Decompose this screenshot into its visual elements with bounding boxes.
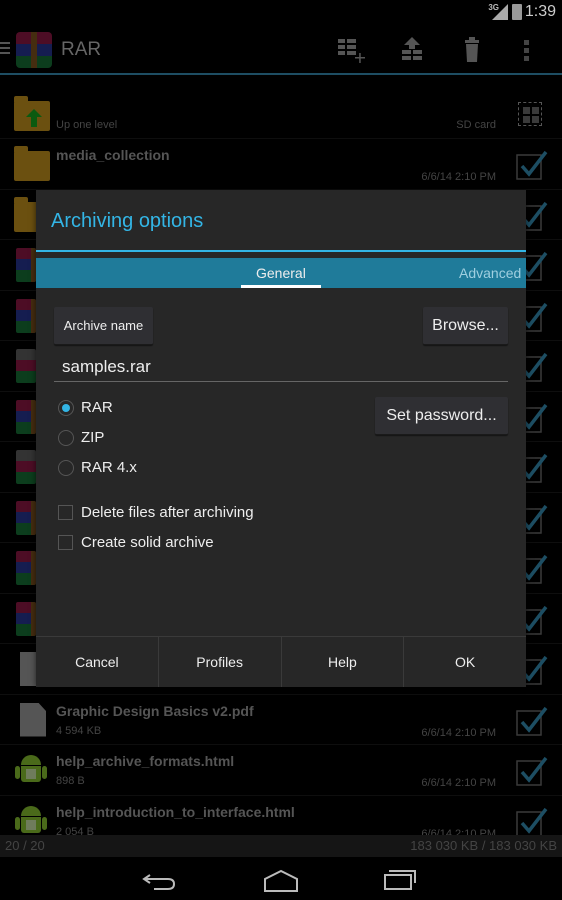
tab-general[interactable]: General [256,265,306,281]
radio-label: RAR 4.x [81,459,137,476]
file-row[interactable]: media_collection 6/6/14 2:10 PM [0,139,562,190]
ok-button[interactable]: OK [404,637,526,687]
home-icon[interactable] [261,865,301,893]
up-folder-icon [14,96,50,131]
checkbox-label: Create solid archive [81,534,214,551]
set-password-button[interactable]: Set password... [375,397,508,435]
checkbox-label: Delete files after archiving [81,504,254,521]
navigation-bar [0,857,562,900]
checkbox-icon [58,535,73,550]
format-radio-rar4[interactable]: RAR 4.x [58,457,258,481]
file-name: Graphic Design Basics v2.pdf [56,702,254,719]
dialog-footer: Cancel Profiles Help OK [36,636,526,687]
solid-archive-checkbox[interactable]: Create solid archive [58,532,308,556]
file-row[interactable]: Graphic Design Basics v2.pdf 4 594 KB 6/6/… [0,695,562,745]
file-date: 6/6/14 2:10 PM [421,827,496,836]
cancel-button[interactable]: Cancel [36,637,159,687]
android-file-icon [14,753,50,787]
back-icon[interactable] [140,865,180,893]
checkbox-icon [58,505,73,520]
tab-bar: General Advanced [36,258,526,288]
file-size: 898 B [56,775,85,787]
document-icon [14,702,50,737]
clock: 1:39 [524,3,556,20]
radio-selected-icon [58,400,74,416]
checkbox-checked-icon[interactable] [516,705,548,737]
format-radio-zip[interactable]: ZIP [58,427,258,451]
file-name: media_collection [56,147,170,163]
add-to-archive-icon[interactable] [338,37,366,63]
drawer-icon[interactable] [0,42,10,56]
app-logo-icon[interactable] [16,32,52,68]
checkbox-checked-icon[interactable] [516,149,548,181]
delete-icon[interactable] [458,37,486,63]
delete-files-checkbox[interactable]: Delete files after archiving [58,502,308,526]
file-size: 2 054 B [56,825,94,836]
radio-label: ZIP [81,429,105,446]
up-one-level-label: Up one level [56,119,118,131]
radio-label: RAR [81,399,113,416]
extract-icon[interactable] [398,37,426,63]
select-all-icon[interactable] [518,102,542,126]
battery-icon [512,4,522,20]
format-radio-rar[interactable]: RAR [58,397,258,421]
help-button[interactable]: Help [282,637,405,687]
radio-unselected-icon [58,430,74,446]
file-row[interactable]: help_introduction_to_interface.html 2 054… [0,796,562,836]
action-bar: RAR [0,25,562,75]
file-size: 4 594 KB [56,724,102,737]
archive-name-button[interactable]: Archive name [54,307,153,345]
folder-icon [14,146,50,181]
browse-button[interactable]: Browse... [423,307,508,345]
file-date: 6/6/14 2:10 PM [421,171,496,183]
android-file-icon [14,804,50,836]
status-bar: 3G 1:39 [0,0,562,25]
item-count: 20 / 20 [5,838,45,853]
overflow-menu-icon[interactable] [520,37,534,63]
file-row[interactable]: help_archive_formats.html 898 B 6/6/14 2:1… [0,745,562,796]
app-title: RAR [61,39,102,60]
location-label: SD card [456,119,496,131]
up-one-level-row[interactable]: Up one level SD card [0,77,562,139]
radio-unselected-icon [58,460,74,476]
file-name: help_introduction_to_interface.html [56,803,295,820]
size-total: 183 030 KB / 183 030 KB [410,838,557,853]
archive-name-input[interactable] [54,352,508,382]
checkbox-checked-icon[interactable] [516,755,548,787]
file-date: 6/6/14 2:10 PM [421,726,496,739]
checkbox-checked-icon[interactable] [516,806,548,835]
profiles-button[interactable]: Profiles [159,637,282,687]
file-date: 6/6/14 2:10 PM [421,777,496,789]
tab-indicator [241,285,321,288]
signal-icon [492,4,508,20]
tab-advanced[interactable]: Advanced [459,265,521,281]
recent-apps-icon[interactable] [381,865,421,893]
selection-summary: 20 / 20 183 030 KB / 183 030 KB [0,835,562,857]
dialog-title: Archiving options [51,210,204,232]
title-divider [36,250,526,252]
file-name: help_archive_formats.html [56,753,235,769]
archiving-options-dialog: Archiving options General Advanced Archi… [36,190,526,687]
